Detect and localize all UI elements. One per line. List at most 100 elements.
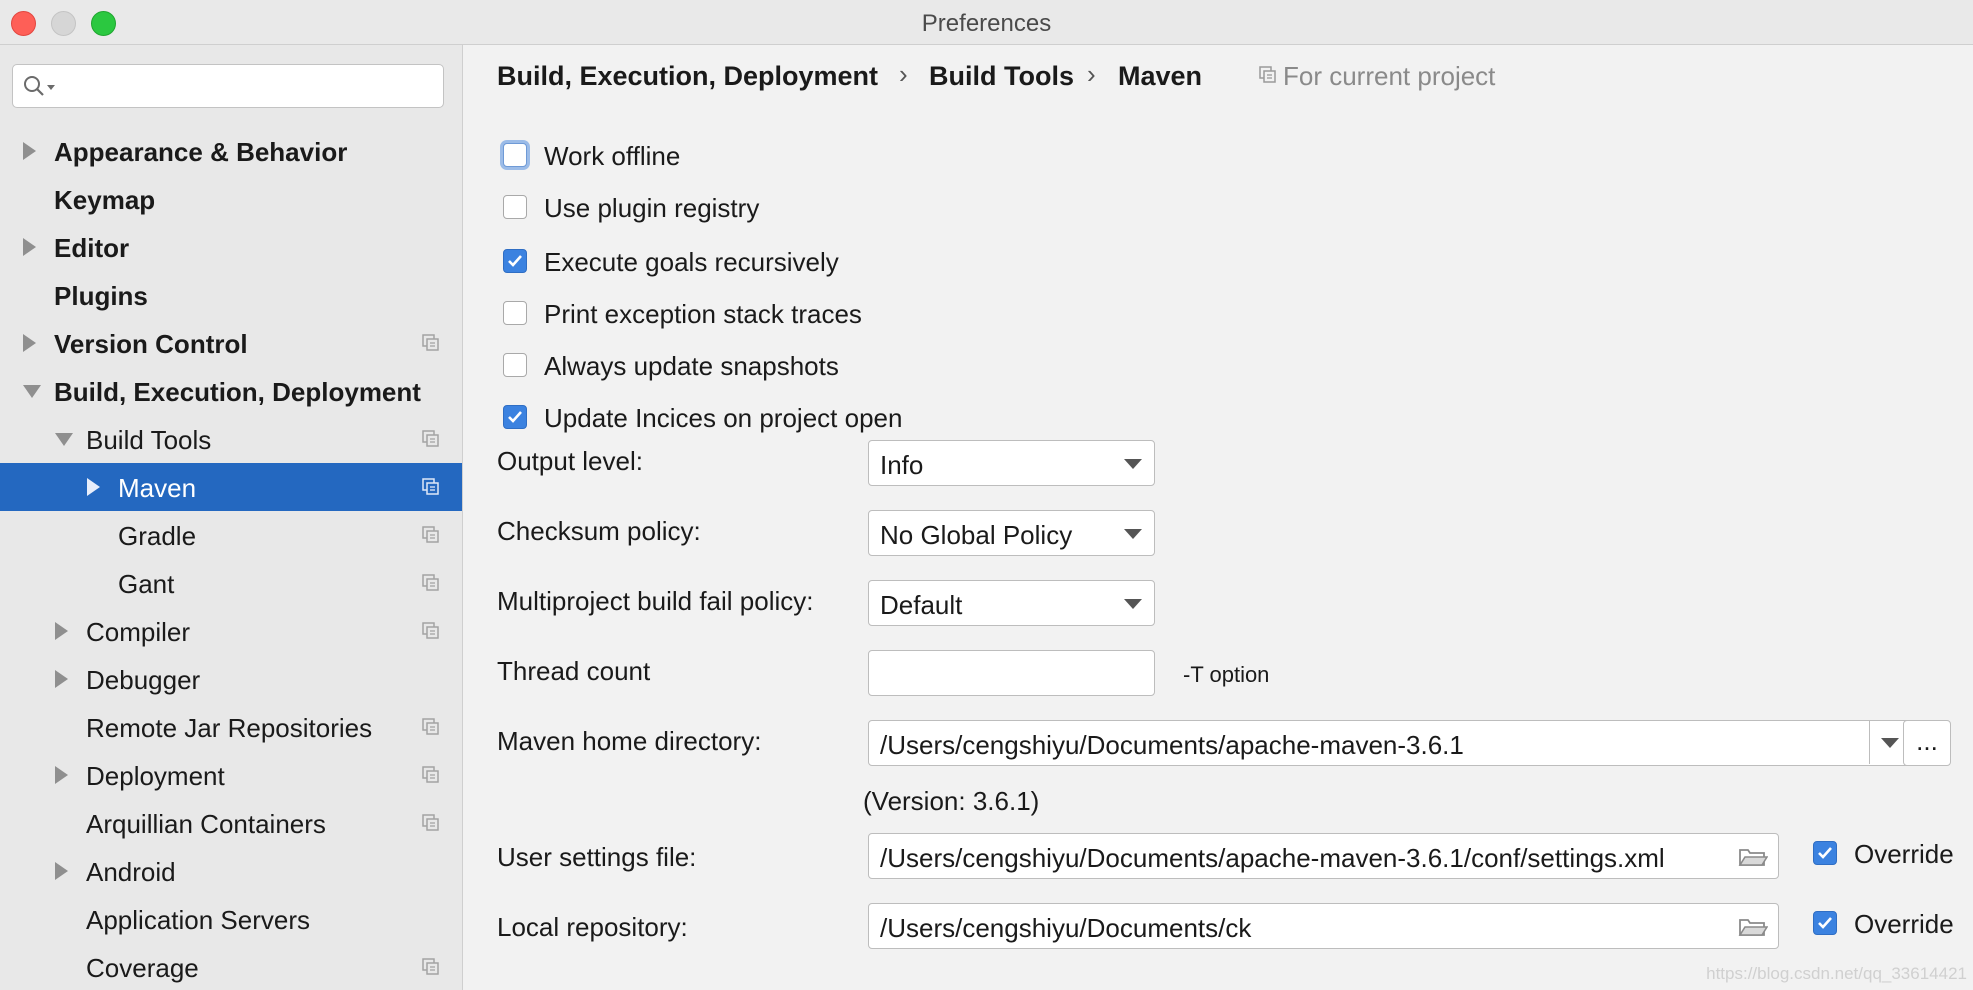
sidebar-item-build-tools[interactable]: Build Tools xyxy=(0,415,462,463)
sidebar-item-editor[interactable]: Editor xyxy=(0,223,462,271)
breadcrumb-item-build-execution-deployment[interactable]: Build, Execution, Deployment xyxy=(497,61,878,92)
user-settings-override-checkbox[interactable] xyxy=(1813,841,1837,865)
sidebar-item-version-control[interactable]: Version Control xyxy=(0,319,462,367)
local-repository-override-checkbox[interactable] xyxy=(1813,911,1837,935)
breadcrumb-item-build-tools[interactable]: Build Tools xyxy=(929,61,1074,92)
option-checkbox[interactable] xyxy=(503,143,527,167)
expand-arrow-right-icon[interactable] xyxy=(55,862,68,880)
expand-arrow-right-icon[interactable] xyxy=(55,622,68,640)
sidebar-item-label: Build Tools xyxy=(86,425,212,455)
expand-arrow-right-icon[interactable] xyxy=(55,670,68,688)
chevron-down-icon xyxy=(1124,459,1142,469)
local-repository-value: /Users/cengshiyu/Documents/ck xyxy=(880,913,1252,943)
option-checkbox[interactable] xyxy=(503,405,527,429)
expand-arrow-right-icon[interactable] xyxy=(87,478,100,496)
folder-icon[interactable] xyxy=(1738,846,1768,868)
sidebar-item-coverage[interactable]: Coverage xyxy=(0,943,462,990)
checksum-policy-dropdown[interactable]: No Global Policy xyxy=(868,510,1155,556)
project-level-copy-icon xyxy=(422,574,440,597)
sidebar-item-label: Compiler xyxy=(86,617,191,647)
project-level-copy-icon xyxy=(422,718,440,741)
fail-policy-value: Default xyxy=(880,590,963,620)
chevron-down-icon xyxy=(1881,738,1899,748)
user-settings-override-label: Override xyxy=(1854,839,1954,869)
sidebar-item-label: Arquillian Containers xyxy=(86,809,326,839)
user-settings-label: User settings file: xyxy=(497,842,697,872)
sidebar-item-application-servers[interactable]: Application Servers xyxy=(0,895,462,943)
option-label: Execute goals recursively xyxy=(544,247,839,277)
sidebar-item-maven[interactable]: Maven xyxy=(0,463,462,511)
chevron-down-icon xyxy=(1124,599,1142,609)
maven-settings-panel: Build, Execution, Deployment › Build Too… xyxy=(463,45,1973,990)
user-settings-field[interactable]: /Users/cengshiyu/Documents/apache-maven-… xyxy=(868,833,1779,879)
sidebar-item-keymap[interactable]: Keymap xyxy=(0,175,462,223)
expand-arrow-right-icon[interactable] xyxy=(55,766,68,784)
watermark: https://blog.csdn.net/qq_33614421 xyxy=(1706,964,1967,983)
option-checkbox[interactable] xyxy=(503,301,527,325)
option-checkbox[interactable] xyxy=(503,249,527,273)
checkmark-icon xyxy=(1818,917,1832,929)
checkmark-icon xyxy=(1818,847,1832,859)
window-title: Preferences xyxy=(921,10,1052,37)
output-level-dropdown[interactable]: Info xyxy=(868,440,1155,486)
project-level-copy-icon xyxy=(422,526,440,549)
fail-policy-dropdown[interactable]: Default xyxy=(868,580,1155,626)
settings-search[interactable] xyxy=(12,64,444,108)
thread-count-field[interactable] xyxy=(868,650,1155,696)
scope-text: For current project xyxy=(1283,61,1496,91)
fail-policy-label: Multiproject build fail policy: xyxy=(497,586,814,616)
expand-arrow-right-icon[interactable] xyxy=(23,142,36,160)
project-level-copy-icon xyxy=(422,334,440,357)
folder-icon[interactable] xyxy=(1738,916,1768,938)
sidebar-item-label: Remote Jar Repositories xyxy=(86,713,373,743)
sidebar-item-arquillian-containers[interactable]: Arquillian Containers xyxy=(0,799,462,847)
expand-arrow-down-icon[interactable] xyxy=(23,385,41,398)
checksum-policy-value: No Global Policy xyxy=(880,520,1073,550)
sidebar-item-gant[interactable]: Gant xyxy=(0,559,462,607)
sidebar-item-label: Debugger xyxy=(86,665,201,695)
thread-count-hint: -T option xyxy=(1183,662,1270,687)
maven-home-field[interactable]: /Users/cengshiyu/Documents/apache-maven-… xyxy=(868,720,1911,766)
checkmark-icon xyxy=(508,255,522,267)
checkmark-icon xyxy=(508,411,522,423)
sidebar-item-remote-jar-repositories[interactable]: Remote Jar Repositories xyxy=(0,703,462,751)
project-level-copy-icon xyxy=(422,766,440,789)
option-label: Update Incices on project open xyxy=(544,403,903,433)
sidebar-item-compiler[interactable]: Compiler xyxy=(0,607,462,655)
settings-search-input[interactable] xyxy=(65,71,439,103)
sidebar-item-android[interactable]: Android xyxy=(0,847,462,895)
option-checkbox[interactable] xyxy=(503,195,527,219)
sidebar-item-label: Maven xyxy=(118,473,197,503)
title-bar: Preferences xyxy=(0,0,1973,45)
breadcrumb-separator: › xyxy=(1087,59,1096,89)
output-level-label: Output level: xyxy=(497,446,643,476)
sidebar-item-deployment[interactable]: Deployment xyxy=(0,751,462,799)
sidebar-item-label: Keymap xyxy=(54,185,156,215)
option-label: Use plugin registry xyxy=(544,193,760,223)
sidebar-item-plugins[interactable]: Plugins xyxy=(0,271,462,319)
sidebar-item-label: Application Servers xyxy=(86,905,310,935)
maven-version-label: (Version: 3.6.1) xyxy=(863,786,1040,816)
sidebar-item-label: Android xyxy=(86,857,176,887)
sidebar-item-build-execution-deployment[interactable]: Build, Execution, Deployment xyxy=(0,367,462,415)
output-level-value: Info xyxy=(880,450,924,480)
local-repository-field[interactable]: /Users/cengshiyu/Documents/ck xyxy=(868,903,1779,949)
expand-arrow-down-icon[interactable] xyxy=(55,433,73,446)
maven-home-browse-button[interactable]: ... xyxy=(1903,720,1951,766)
settings-sidebar: Appearance & Behavior Keymap Editor Plugins… xyxy=(0,45,463,990)
sidebar-item-label: Appearance & Behavior xyxy=(54,137,348,167)
chevron-down-icon xyxy=(1124,529,1142,539)
sidebar-item-gradle[interactable]: Gradle xyxy=(0,511,462,559)
maven-home-value: /Users/cengshiyu/Documents/apache-maven-… xyxy=(880,730,1464,760)
expand-arrow-right-icon[interactable] xyxy=(23,334,36,352)
breadcrumb-separator: › xyxy=(899,59,908,89)
project-level-copy-icon xyxy=(422,430,440,453)
sidebar-item-debugger[interactable]: Debugger xyxy=(0,655,462,703)
sidebar-item-appearance-behavior[interactable]: Appearance & Behavior xyxy=(0,127,462,175)
option-checkbox[interactable] xyxy=(503,353,527,377)
option-label: Print exception stack traces xyxy=(544,299,862,329)
breadcrumb-item-maven: Maven xyxy=(1118,61,1203,91)
project-level-copy-icon xyxy=(422,958,440,981)
local-repository-override-label: Override xyxy=(1854,909,1954,939)
expand-arrow-right-icon[interactable] xyxy=(23,238,36,256)
